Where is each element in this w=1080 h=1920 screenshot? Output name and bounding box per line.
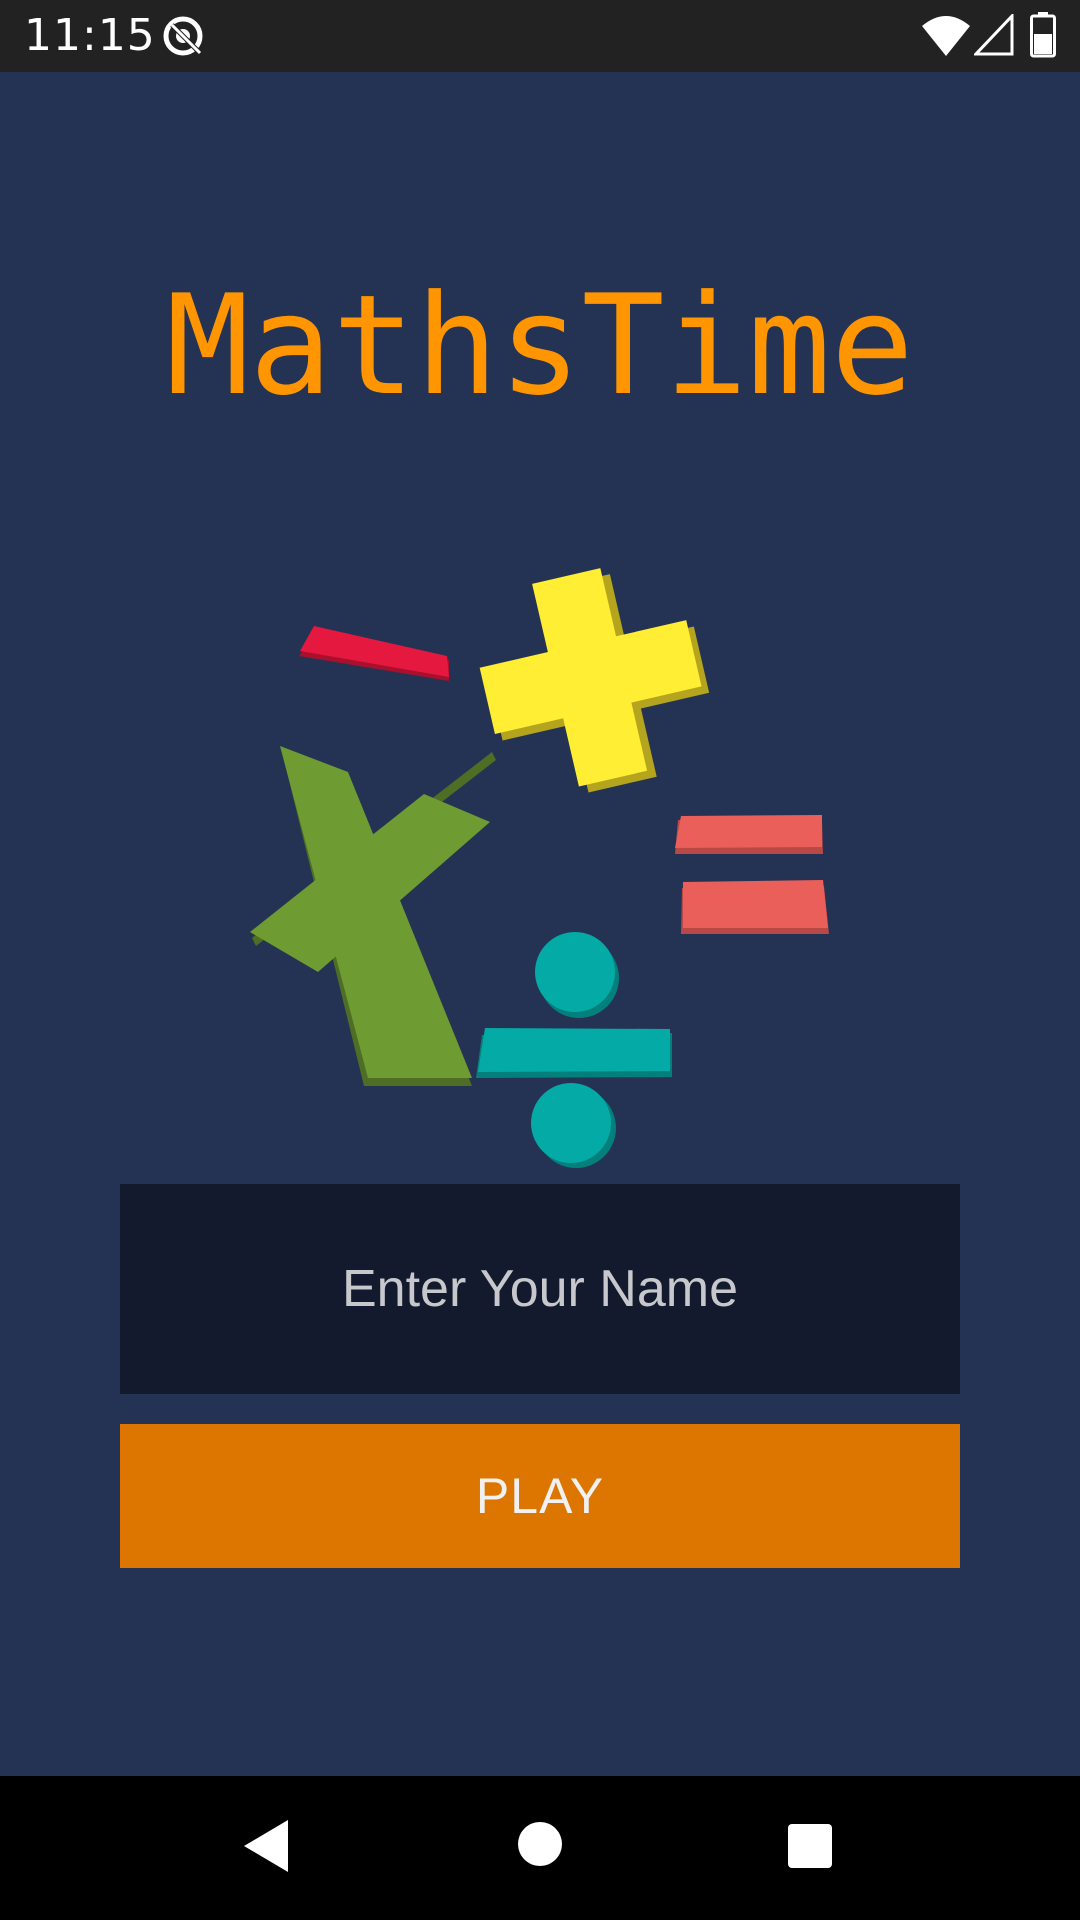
recents-icon[interactable]	[786, 1822, 834, 1870]
divide-icon	[476, 932, 672, 1168]
navigation-bar	[0, 1776, 1080, 1920]
times-icon	[250, 746, 496, 1086]
status-time: 11:15	[24, 10, 156, 61]
play-button[interactable]: PLAY	[120, 1424, 960, 1568]
wifi-icon	[922, 16, 970, 56]
main-screen: MathsTime Enter Your Name PLAY	[0, 72, 1080, 1776]
battery-icon	[1030, 12, 1056, 58]
equals-icon	[675, 815, 829, 934]
math-operators-logo	[250, 568, 829, 1168]
back-icon[interactable]	[242, 1818, 290, 1874]
plus-icon	[479, 568, 710, 793]
minus-icon	[299, 626, 449, 681]
status-bar: 11:15	[0, 0, 1080, 72]
app-title: MathsTime	[166, 265, 914, 426]
app-notification-icon	[163, 16, 203, 56]
name-input[interactable]	[120, 1184, 960, 1394]
cell-signal-icon	[974, 14, 1014, 56]
home-icon[interactable]	[516, 1820, 564, 1868]
